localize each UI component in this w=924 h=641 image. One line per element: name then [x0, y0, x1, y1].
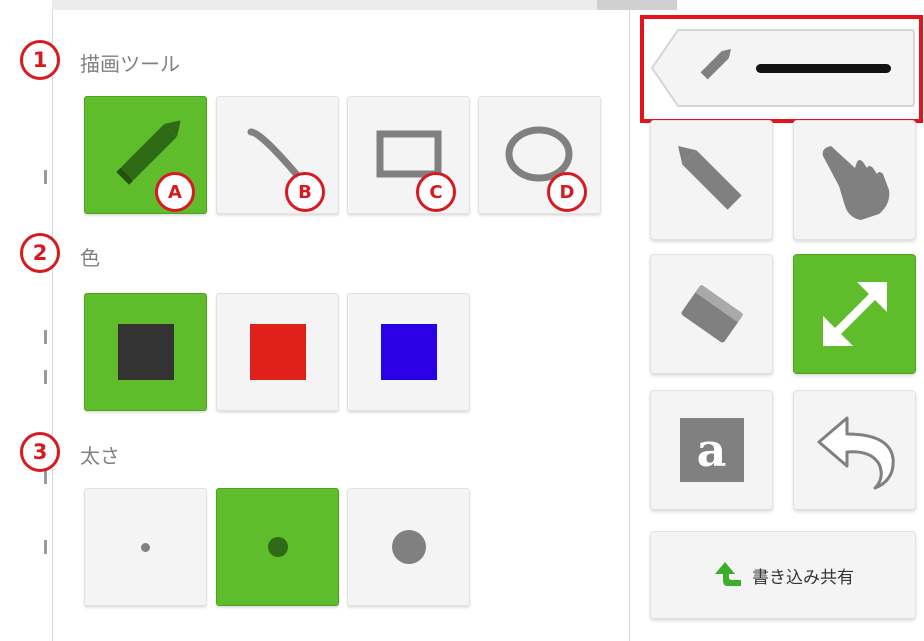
- canvas-mark: [44, 170, 47, 184]
- text-icon-glyph: a: [696, 423, 727, 477]
- thickness-thick-dot: [391, 530, 426, 564]
- tool-badge-b: B: [285, 172, 325, 212]
- color-swatch-red: [249, 324, 306, 380]
- section-number-badge: 2: [20, 233, 60, 273]
- share-writing-button[interactable]: 書き込み共有: [650, 531, 916, 619]
- color-swatch-black: [117, 324, 174, 380]
- section-label-thickness: 太さ: [80, 444, 120, 468]
- tool-badge-c: C: [416, 172, 456, 212]
- section-label-drawing-tool: 描画ツール: [80, 52, 180, 76]
- section-number-badge: 1: [20, 40, 60, 80]
- section-number-badge: 3: [20, 432, 60, 472]
- color-blue-button[interactable]: [347, 293, 470, 411]
- tool-badge-d: D: [547, 172, 587, 212]
- current-pen-indicator[interactable]: [650, 28, 916, 108]
- hand-pointer-icon: [822, 146, 889, 220]
- toolbar-resize-button[interactable]: [793, 254, 916, 374]
- section-label-color: 色: [80, 246, 100, 270]
- top-backdrop: [52, 0, 677, 10]
- canvas-background: [0, 0, 52, 641]
- thickness-medium-button[interactable]: [216, 488, 339, 606]
- thickness-medium-dot: [267, 537, 288, 557]
- toolbar-pen-button[interactable]: [650, 120, 773, 240]
- canvas-mark: [44, 540, 47, 554]
- resize-arrows-icon: [822, 282, 887, 346]
- color-swatch-blue: [380, 324, 437, 380]
- share-arrow-icon: [715, 562, 741, 586]
- toolbar-hand-button[interactable]: [793, 120, 916, 240]
- thickness-thin-dot: [141, 542, 150, 552]
- canvas-mark: [44, 370, 47, 384]
- backdrop-shade: [597, 0, 677, 10]
- pencil-icon: [700, 49, 731, 80]
- canvas-mark: [44, 330, 47, 344]
- screen: 1 描画ツール A B C D 2 色 3 太さ a 書き込み共有: [0, 0, 924, 641]
- current-pen-stroke-preview: [756, 64, 891, 73]
- pencil-icon: [677, 146, 742, 210]
- toolbar-undo-button[interactable]: [793, 390, 916, 510]
- text-icon: a: [679, 418, 744, 482]
- toolbar-eraser-button[interactable]: [650, 254, 773, 374]
- color-black-button[interactable]: [84, 293, 207, 411]
- thickness-thin-button[interactable]: [84, 488, 207, 606]
- undo-icon: [817, 416, 895, 490]
- thickness-thick-button[interactable]: [347, 488, 470, 606]
- share-writing-label: 書き込み共有: [752, 567, 854, 588]
- toolbar-text-button[interactable]: a: [650, 390, 773, 510]
- color-red-button[interactable]: [216, 293, 339, 411]
- canvas-mark: [44, 470, 47, 484]
- eraser-icon: [681, 285, 743, 343]
- tool-badge-a: A: [155, 172, 195, 212]
